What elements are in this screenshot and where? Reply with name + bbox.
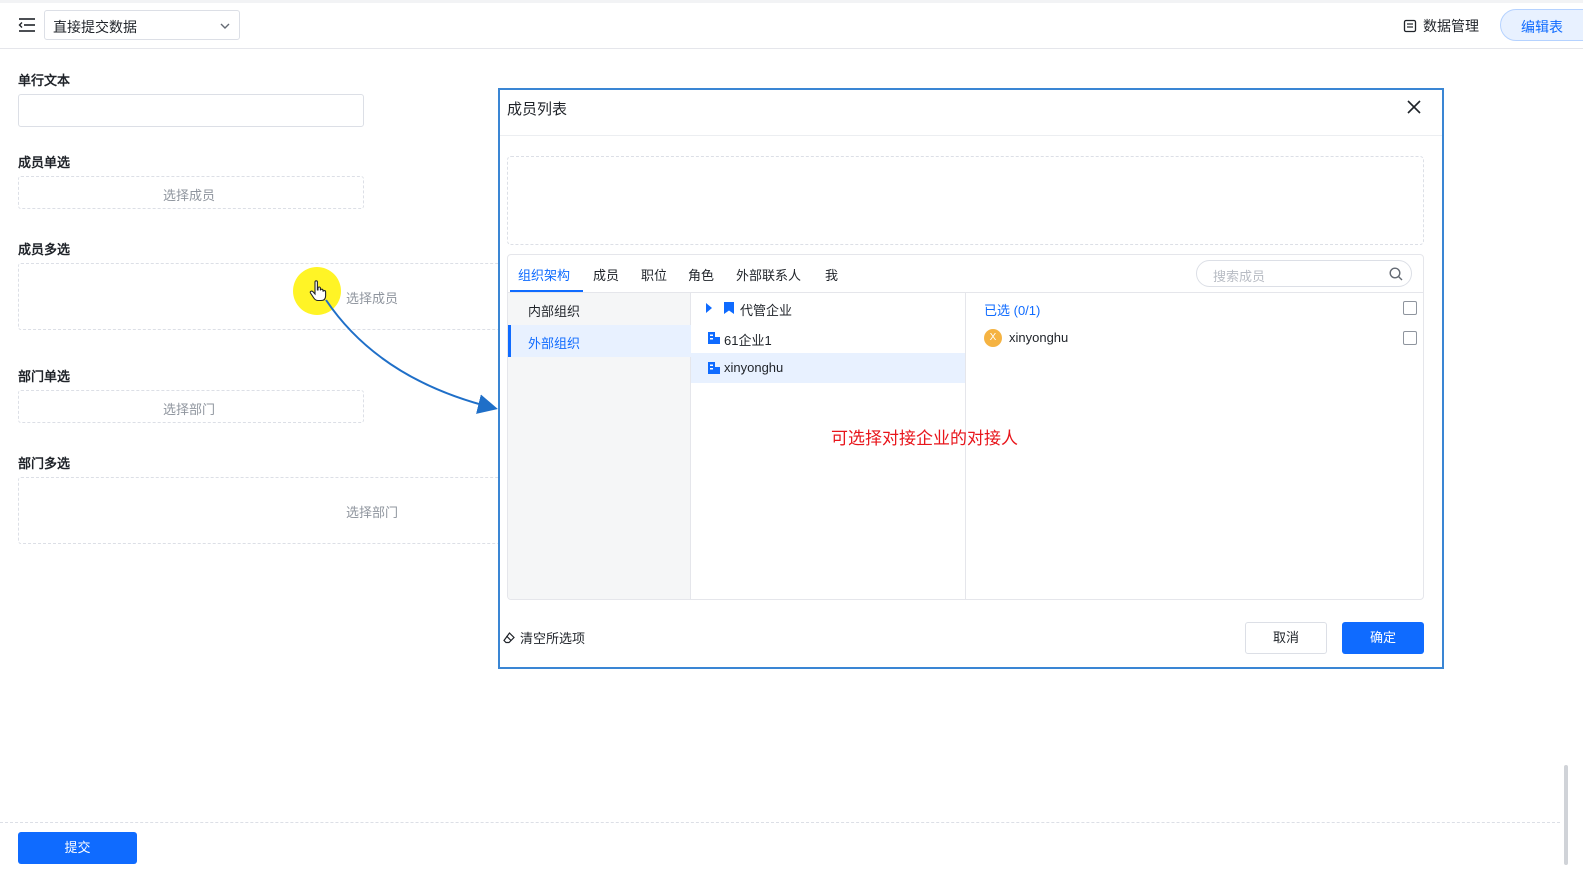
category-external-org[interactable]: 外部组织 <box>508 325 691 357</box>
org-tree-item-company[interactable]: 61企业1 <box>691 323 965 353</box>
dept-multi-placeholder: 选择部门 <box>346 505 399 520</box>
member-name[interactable]: xinyonghu <box>1009 330 1068 345</box>
member-multi-placeholder: 选择成员 <box>346 291 399 306</box>
member-list-modal: 成员列表 组织架构 成员 职位 角色 外部联系人 我 搜索成员 内部组织 外部组… <box>498 88 1444 669</box>
member-checkbox[interactable] <box>1403 331 1417 345</box>
bookmark-icon <box>724 302 734 314</box>
org-tree-item-label: xinyonghu <box>724 360 784 375</box>
top-bar: 直接提交数据 数据管理 编辑表 <box>0 0 1583 49</box>
org-tree-item-label: 61企业1 <box>724 333 772 348</box>
dept-single-picker[interactable]: 选择部门 <box>18 390 364 423</box>
building-icon <box>708 362 720 374</box>
member-selection-list: 已选 (0/1) X xinyonghu <box>966 293 1423 599</box>
cancel-button[interactable]: 取消 <box>1245 622 1327 654</box>
form-mode-select-value: 直接提交数据 <box>53 19 137 35</box>
tab-members[interactable]: 成员 <box>593 265 619 284</box>
tab-roles[interactable]: 角色 <box>688 265 714 284</box>
member-single-placeholder: 选择成员 <box>163 188 216 203</box>
member-multi-picker[interactable]: 选择成员 <box>18 263 518 330</box>
org-tree-item-xinyonghu[interactable]: xinyonghu <box>691 353 965 383</box>
modal-divider <box>500 135 1442 136</box>
clear-all-button[interactable]: 清空所选项 <box>503 628 585 647</box>
submit-button[interactable]: 提交 <box>18 832 137 864</box>
tab-positions[interactable]: 职位 <box>641 265 667 284</box>
dept-multi-picker[interactable]: 选择部门 <box>18 477 518 544</box>
dept-single-placeholder: 选择部门 <box>163 402 216 417</box>
close-icon[interactable] <box>1406 99 1422 115</box>
field-label-member-single: 成员单选 <box>18 155 71 170</box>
footer-divider <box>0 822 1560 824</box>
org-category-list: 内部组织 外部组织 <box>508 293 691 599</box>
form-mode-select[interactable]: 直接提交数据 <box>44 10 240 40</box>
edit-form-button[interactable]: 编辑表 <box>1500 9 1583 41</box>
top-strip <box>0 0 1583 3</box>
selected-members-area <box>507 156 1424 245</box>
org-tree-item-label: 代管企业 <box>740 303 793 318</box>
member-search-input[interactable]: 搜索成员 <box>1196 260 1412 287</box>
category-internal-org-label: 内部组织 <box>528 304 581 319</box>
field-label-dept-multi: 部门多选 <box>18 456 71 471</box>
category-external-org-label: 外部组织 <box>528 336 581 351</box>
caret-right-icon[interactable] <box>705 303 713 313</box>
tab-me[interactable]: 我 <box>825 265 838 284</box>
scrollbar-thumb[interactable] <box>1564 765 1568 865</box>
search-placeholder: 搜索成员 <box>1213 269 1266 284</box>
data-management-label: 数据管理 <box>1423 18 1479 34</box>
field-label-member-multi: 成员多选 <box>18 242 71 257</box>
category-internal-org[interactable]: 内部组织 <box>508 293 691 325</box>
picker-tabs: 组织架构 成员 职位 角色 外部联系人 我 搜索成员 <box>508 255 1423 293</box>
clear-all-label: 清空所选项 <box>520 631 586 646</box>
selected-count: 已选 (0/1) <box>984 303 1041 318</box>
active-tab-indicator <box>510 290 583 292</box>
chevron-down-icon <box>220 23 230 29</box>
member-single-picker[interactable]: 选择成员 <box>18 176 364 209</box>
avatar: X <box>984 329 1002 347</box>
data-management-button[interactable]: 数据管理 <box>1403 16 1479 36</box>
document-icon <box>1403 19 1417 33</box>
eraser-icon <box>503 631 515 643</box>
confirm-button[interactable]: 确定 <box>1342 622 1424 654</box>
tab-org-structure[interactable]: 组织架构 <box>518 265 570 284</box>
menu-collapse-icon[interactable] <box>18 17 36 33</box>
search-icon[interactable] <box>1389 267 1403 281</box>
hand-cursor-icon <box>309 280 327 302</box>
modal-title: 成员列表 <box>507 101 568 118</box>
single-text-input[interactable] <box>18 94 364 127</box>
tab-external-contacts[interactable]: 外部联系人 <box>736 265 801 284</box>
select-all-checkbox[interactable] <box>1403 301 1417 315</box>
edit-form-label: 编辑表 <box>1521 19 1563 35</box>
building-icon <box>708 332 720 344</box>
org-tree-item-managed[interactable]: 代管企业 <box>691 293 965 323</box>
field-label-single-text: 单行文本 <box>18 73 71 88</box>
annotation-text: 可选择对接企业的对接人 <box>831 429 1018 449</box>
field-label-dept-single: 部门单选 <box>18 369 71 384</box>
